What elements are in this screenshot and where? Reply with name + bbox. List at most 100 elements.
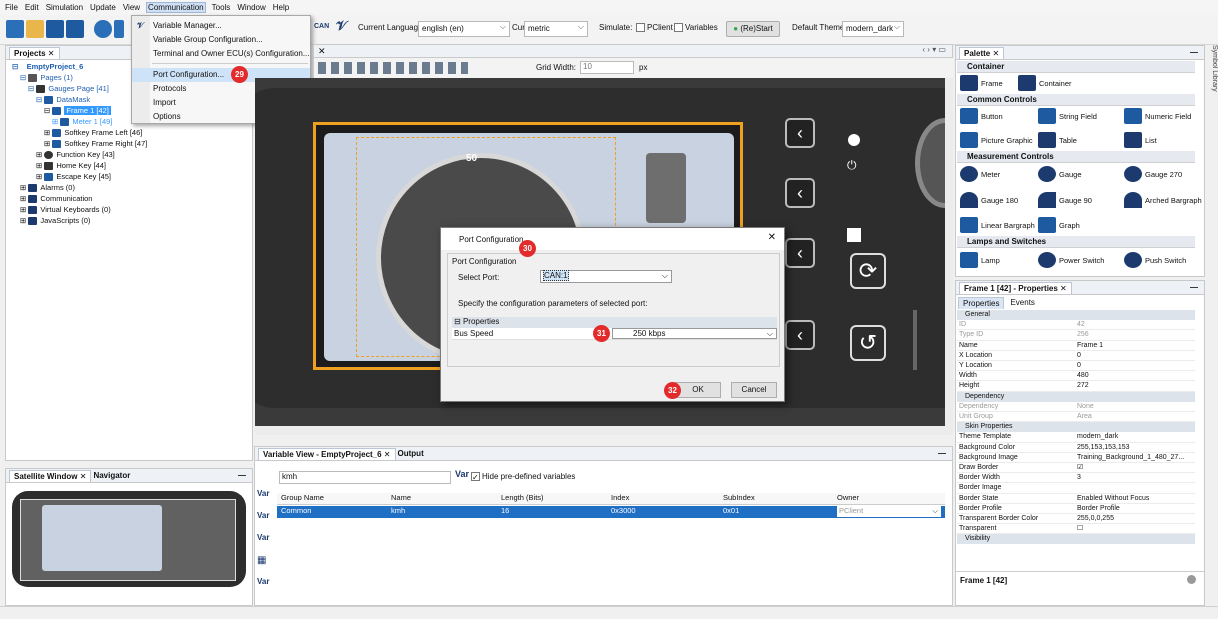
property-row[interactable]: Type ID 256 [957, 330, 1195, 341]
owner-dropdown[interactable]: PClient ⌵ [837, 506, 941, 517]
menu-item-terminal-owner[interactable]: Terminal and Owner ECU(s) Configuration.… [132, 47, 310, 61]
palette-power-switch[interactable]: Power Switch [1038, 252, 1104, 268]
property-row[interactable]: Theme Template modern_dark [957, 432, 1195, 443]
property-row[interactable]: Border State Enabled Without Focus [957, 494, 1195, 504]
property-row[interactable]: Height 272 [957, 381, 1195, 392]
palette-lamp[interactable]: Lamp [960, 252, 1000, 268]
tree-softkey-left[interactable]: ⊞ Softkey Frame Left [46] [44, 128, 142, 138]
col-group-name[interactable]: Group Name [281, 493, 324, 502]
tree-communication[interactable]: ⊞ Communication [20, 194, 92, 204]
table-row[interactable]: Common kmh 16 0x3000 0x01 PClient ⌵ [277, 506, 945, 518]
remove-variable-icon[interactable]: Var [257, 577, 275, 599]
menu-communication[interactable]: Communication [146, 2, 206, 13]
softkey-3[interactable]: ‹ [785, 238, 815, 268]
property-value[interactable]: Area [1077, 412, 1190, 422]
tree-function-key[interactable]: ⊞ Function Key [43] [36, 150, 115, 160]
editor-nav-icons[interactable]: ‹ › ▾ ▭ [922, 45, 946, 54]
unit-select[interactable]: metric [524, 21, 588, 37]
property-value[interactable]: ☐ [1077, 524, 1190, 534]
palette-section-common[interactable]: Common Controls [957, 94, 1195, 106]
property-value[interactable]: 480 [1077, 371, 1190, 381]
edit-variable-icon[interactable]: Var [257, 511, 275, 533]
minimize-icon[interactable]: — [238, 471, 246, 480]
palette-tab[interactable]: Palette ✕ [959, 46, 1005, 59]
palette-button[interactable]: Button [960, 108, 1003, 124]
menu-help[interactable]: Help [272, 3, 290, 12]
property-value[interactable]: Training_Background_1_480_27... [1077, 453, 1190, 463]
save-all-icon[interactable] [66, 20, 84, 38]
save-icon[interactable] [46, 20, 64, 38]
projects-tab[interactable]: Projects ✕ [9, 46, 60, 59]
softkey-2[interactable]: ‹ [785, 178, 815, 208]
menu-tools[interactable]: Tools [211, 3, 232, 12]
tree-virtual-keyboards[interactable]: ⊞ Virtual Keyboards (0) [20, 205, 111, 215]
minimize-icon[interactable]: — [1190, 48, 1198, 57]
open-folder-icon[interactable] [26, 20, 44, 38]
palette-gauge-90[interactable]: Gauge 90 [1038, 192, 1092, 208]
undo-key[interactable]: ↺ [850, 325, 886, 361]
palette-meter[interactable]: Meter [960, 166, 1000, 182]
palette-arched-bargraph[interactable]: Arched Bargraph [1124, 192, 1202, 208]
menu-item-variable-manager[interactable]: 𝒱 Variable Manager... [132, 19, 310, 33]
property-row[interactable]: Dependency None [957, 402, 1195, 412]
palette-list[interactable]: List [1124, 132, 1157, 148]
palette-section-lamps[interactable]: Lamps and Switches [957, 236, 1195, 248]
tree-pages[interactable]: ⊟ Pages (1) [20, 73, 73, 83]
palette-section-container[interactable]: Container [957, 61, 1195, 73]
minimize-icon[interactable]: — [938, 449, 946, 458]
property-row[interactable]: Border Image [957, 483, 1195, 494]
property-row[interactable]: Background Color 255,153,153,153 [957, 443, 1195, 453]
restart-button[interactable]: ● (Re)Start [726, 21, 780, 37]
bus-speed-dropdown[interactable]: 250 kbps ⌵ [612, 328, 777, 339]
property-section[interactable]: Dependency [957, 391, 1195, 402]
variable-view-tab[interactable]: Variable View - EmptyProject_6 ✕ [258, 447, 396, 460]
softkey-4[interactable]: ‹ [785, 320, 815, 350]
property-section[interactable]: Skin Properties [957, 422, 1195, 433]
property-value[interactable]: Border Profile [1077, 504, 1190, 514]
tree-alarms[interactable]: ⊞ Alarms (0) [20, 183, 75, 193]
property-value[interactable]: Frame 1 [1077, 341, 1190, 351]
grid-icon[interactable]: ▦ [257, 555, 275, 577]
property-row[interactable]: X Location 0 [957, 351, 1195, 361]
theme-select[interactable]: modern_dark [842, 21, 904, 37]
tree-datamask[interactable]: ⊟ DataMask [36, 95, 90, 105]
palette-frame[interactable]: Frame [960, 75, 1003, 91]
palette-gauge-270[interactable]: Gauge 270 [1124, 166, 1182, 182]
softkey-1[interactable]: ‹ [785, 118, 815, 148]
menu-simulation[interactable]: Simulation [45, 3, 84, 12]
grid-width-input[interactable]: 10 [580, 61, 634, 74]
property-value[interactable]: None [1077, 402, 1190, 412]
navigator-tab[interactable]: Navigator [93, 471, 130, 480]
cancel-button[interactable]: Cancel [731, 382, 777, 398]
palette-gauge[interactable]: Gauge [1038, 166, 1082, 182]
property-value[interactable]: 272 [1077, 381, 1190, 391]
palette-table[interactable]: Table [1038, 132, 1077, 148]
properties-section[interactable]: ⊟ Properties [452, 317, 777, 328]
property-row[interactable]: Y Location 0 [957, 361, 1195, 372]
property-value[interactable]: 255,0,0,255 [1077, 514, 1190, 524]
editor-hscrollbar[interactable] [255, 426, 953, 435]
menu-item-variable-group[interactable]: Variable Group Configuration... [132, 33, 310, 47]
property-value[interactable]: 3 [1077, 473, 1190, 483]
help-icon[interactable] [1187, 575, 1196, 584]
tree-meter1[interactable]: ⊞ Meter 1 [49] [52, 117, 112, 127]
add-variable-icon[interactable]: Var [257, 489, 275, 511]
editor-vscrollbar[interactable] [945, 78, 953, 426]
can-icon[interactable]: CAN [314, 23, 329, 30]
align-tools-icons[interactable] [318, 62, 468, 74]
variable-filter-input[interactable]: kmh [279, 471, 451, 484]
property-section[interactable]: General [957, 310, 1195, 320]
palette-picture-graphic[interactable]: Picture Graphic [960, 132, 1033, 148]
new-file-icon[interactable] [6, 20, 24, 38]
tree-gauges-page[interactable]: ⊟ Gauges Page [41] [28, 84, 109, 94]
rotate-key[interactable]: ⟳ [850, 253, 886, 289]
variable-icon[interactable]: 𝒱 [336, 18, 347, 34]
menu-view[interactable]: View [122, 3, 141, 12]
property-value[interactable]: Enabled Without Focus [1077, 494, 1190, 504]
hide-predefined-checkbox[interactable]: ✓ Hide pre-defined variables [471, 472, 575, 482]
menu-edit[interactable]: Edit [24, 3, 40, 12]
tree-javascripts[interactable]: ⊞ JavaScripts (0) [20, 216, 90, 226]
property-row[interactable]: Background Image Training_Background_1_48… [957, 453, 1195, 463]
tab-events[interactable]: Events [1006, 297, 1038, 309]
property-row[interactable]: Border Profile Border Profile [957, 504, 1195, 514]
